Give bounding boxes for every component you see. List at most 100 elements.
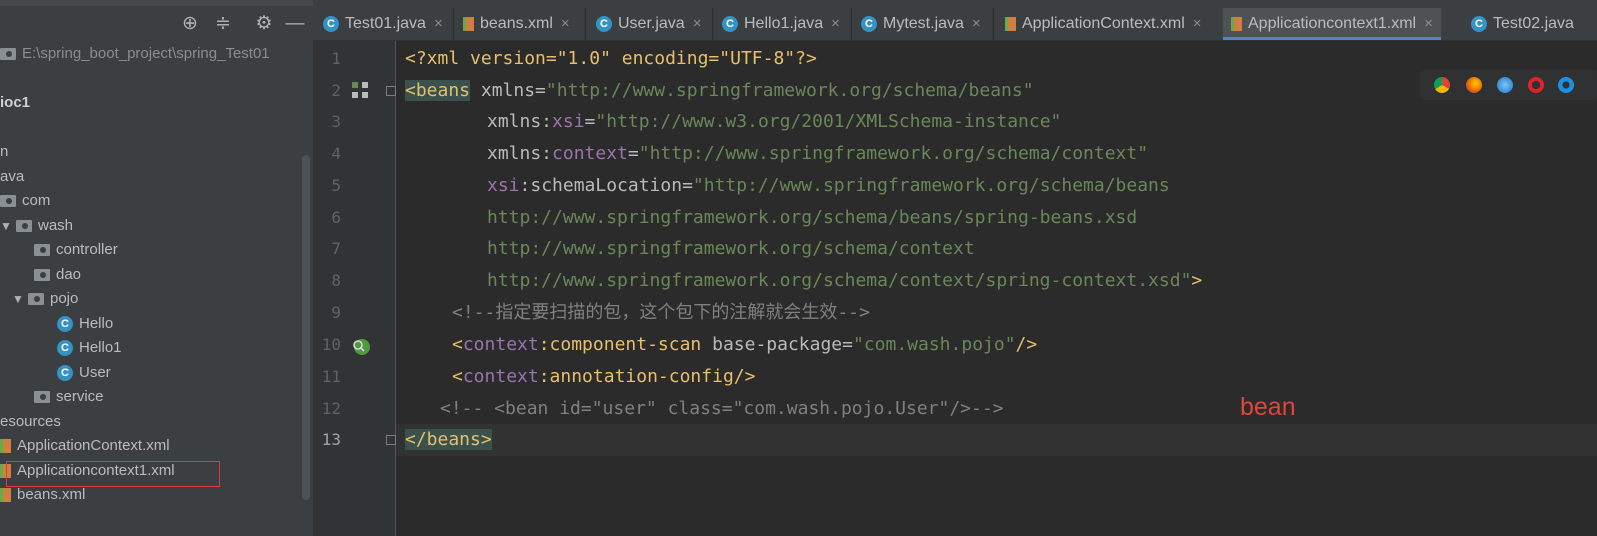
- line-number: 6: [331, 208, 341, 227]
- tree-node-wash[interactable]: ▼ wash: [0, 214, 73, 238]
- tree-node-service[interactable]: service: [34, 385, 104, 409]
- line-number: 11: [321, 367, 341, 386]
- tree-node-com[interactable]: com: [0, 189, 50, 213]
- tab-divider: [585, 8, 586, 40]
- close-icon[interactable]: ×: [972, 15, 981, 32]
- folder-icon: [0, 48, 16, 61]
- tree-node[interactable]: n: [0, 140, 8, 164]
- class-icon: C: [596, 15, 612, 32]
- line-number: 5: [331, 176, 341, 195]
- tab-beans[interactable]: beans.xml ×: [463, 8, 570, 40]
- code-line-2: <beans xmlns="http://www.springframework…: [405, 80, 1034, 101]
- code-line-9: <!--指定要扫描的包，这个包下的注解就会生效-->: [452, 302, 870, 323]
- editor-tab-bar: C Test01.java × beans.xml × C User.java × C He…: [313, 0, 1597, 41]
- firefox-icon[interactable]: [1466, 77, 1482, 93]
- xml-file-icon: [0, 439, 11, 454]
- tree-node[interactable]: ava: [0, 165, 24, 189]
- bean-gutter-icon[interactable]: [351, 81, 369, 99]
- selection-highlight-box: [6, 461, 220, 487]
- code-line-1: <?xml version="1.0" encoding="UTF-8"?>: [405, 48, 817, 69]
- class-icon: C: [861, 15, 877, 32]
- close-icon[interactable]: ×: [561, 15, 570, 32]
- code-line-11: <context:annotation-config/>: [452, 366, 756, 387]
- tree-node-resources[interactable]: esources: [0, 410, 61, 434]
- code-line-4: xmlns:context="http://www.springframewor…: [487, 143, 1149, 164]
- project-path[interactable]: E:\spring_boot_project\spring_Test01: [0, 42, 270, 66]
- line-number: 2: [331, 81, 341, 100]
- line-number: 12: [321, 399, 341, 418]
- class-icon: C: [323, 15, 339, 32]
- code-editor[interactable]: <?xml version="1.0" encoding="UTF-8"?> <…: [396, 41, 1597, 536]
- tab-mytest[interactable]: C Mytest.java ×: [861, 8, 981, 40]
- xml-file-icon: [1231, 16, 1242, 31]
- code-line-7: http://www.springframework.org/schema/co…: [487, 238, 975, 259]
- code-line-10: <context:component-scan base-package="co…: [452, 334, 1038, 355]
- safari-icon[interactable]: [1497, 77, 1513, 93]
- code-line-13: </beans>: [405, 429, 492, 450]
- line-number: 4: [331, 144, 341, 163]
- annotation-label: bean: [1240, 393, 1296, 421]
- fold-marker-icon[interactable]: [386, 86, 396, 96]
- chrome-icon[interactable]: [1434, 77, 1450, 93]
- code-line-6: http://www.springframework.org/schema/be…: [487, 207, 1138, 228]
- line-number: 9: [331, 303, 341, 322]
- close-icon[interactable]: ×: [1424, 15, 1433, 32]
- tree-node-dao[interactable]: dao: [34, 263, 81, 287]
- hide-panel-icon[interactable]: —: [281, 6, 309, 42]
- line-number-current: 13: [321, 430, 341, 449]
- tree-node-controller[interactable]: controller: [34, 238, 118, 262]
- chevron-down-icon[interactable]: ▼: [0, 214, 12, 238]
- tab-divider: [993, 8, 994, 40]
- close-icon[interactable]: ×: [693, 15, 702, 32]
- package-icon: [16, 220, 32, 233]
- tree-node-hello1[interactable]: C Hello1: [57, 336, 122, 360]
- line-number: 7: [331, 239, 341, 258]
- class-icon: C: [722, 15, 738, 32]
- module-node[interactable]: ioc1: [0, 91, 30, 115]
- code-line-5: xsi:schemaLocation="http://www.springfra…: [487, 175, 1170, 196]
- class-icon: C: [1471, 15, 1487, 32]
- fold-marker-icon[interactable]: [386, 435, 396, 445]
- code-line-8: http://www.springframework.org/schema/co…: [487, 270, 1203, 291]
- tab-test01[interactable]: C Test01.java ×: [323, 8, 443, 40]
- opera-icon[interactable]: [1528, 77, 1544, 93]
- tree-node-hello[interactable]: C Hello: [57, 312, 113, 336]
- tab-applicationcontext1[interactable]: Applicationcontext1.xml ×: [1223, 8, 1441, 40]
- xml-file-icon: [0, 488, 11, 503]
- locate-icon[interactable]: ⊕: [176, 6, 204, 42]
- code-line-3: xmlns:xsi="http://www.w3.org/2001/XMLSch…: [487, 111, 1062, 132]
- line-number: 8: [331, 271, 341, 290]
- close-icon[interactable]: ×: [831, 15, 840, 32]
- project-panel: ⊕ ≑ ⚙ — E:\spring_boot_project\spring_Te…: [0, 0, 313, 536]
- tab-user[interactable]: C User.java ×: [596, 8, 701, 40]
- editor-gutter: 1 2 3 4 5 6 7 8 9 10 11 12 13: [313, 41, 396, 536]
- package-icon: [0, 195, 16, 208]
- line-number: 3: [331, 112, 341, 131]
- close-icon[interactable]: ×: [1193, 15, 1202, 32]
- class-icon: C: [57, 316, 73, 333]
- tree-node-applicationcontext[interactable]: ApplicationContext.xml: [0, 434, 170, 458]
- class-icon: C: [57, 340, 73, 357]
- tab-applicationcontext[interactable]: ApplicationContext.xml ×: [1005, 8, 1202, 40]
- tab-hello1[interactable]: C Hello1.java ×: [722, 8, 840, 40]
- project-toolbar: ⊕ ≑ ⚙ —: [0, 6, 313, 42]
- project-scrollbar[interactable]: [302, 155, 310, 500]
- ie-icon[interactable]: [1558, 77, 1574, 93]
- line-number: 10: [321, 335, 341, 354]
- package-icon: [34, 269, 50, 282]
- tree-node-pojo[interactable]: ▼ pojo: [12, 287, 78, 311]
- tab-test02[interactable]: C Test02.java: [1471, 8, 1574, 40]
- collapse-all-icon[interactable]: ≑: [209, 6, 237, 42]
- tab-divider: [851, 8, 852, 40]
- close-icon[interactable]: ×: [434, 15, 443, 32]
- code-line-12: <!-- <bean id="user" class="com.wash.poj…: [440, 398, 1004, 419]
- scan-gutter-icon[interactable]: [351, 337, 371, 357]
- tree-node-user[interactable]: C User: [57, 361, 111, 385]
- xml-file-icon: [1005, 16, 1016, 31]
- browser-preview-bar: [1420, 70, 1597, 100]
- line-number: 1: [331, 49, 341, 68]
- chevron-down-icon[interactable]: ▼: [12, 287, 24, 311]
- tab-divider: [712, 8, 713, 40]
- gear-icon[interactable]: ⚙: [250, 6, 278, 42]
- class-icon: C: [57, 365, 73, 382]
